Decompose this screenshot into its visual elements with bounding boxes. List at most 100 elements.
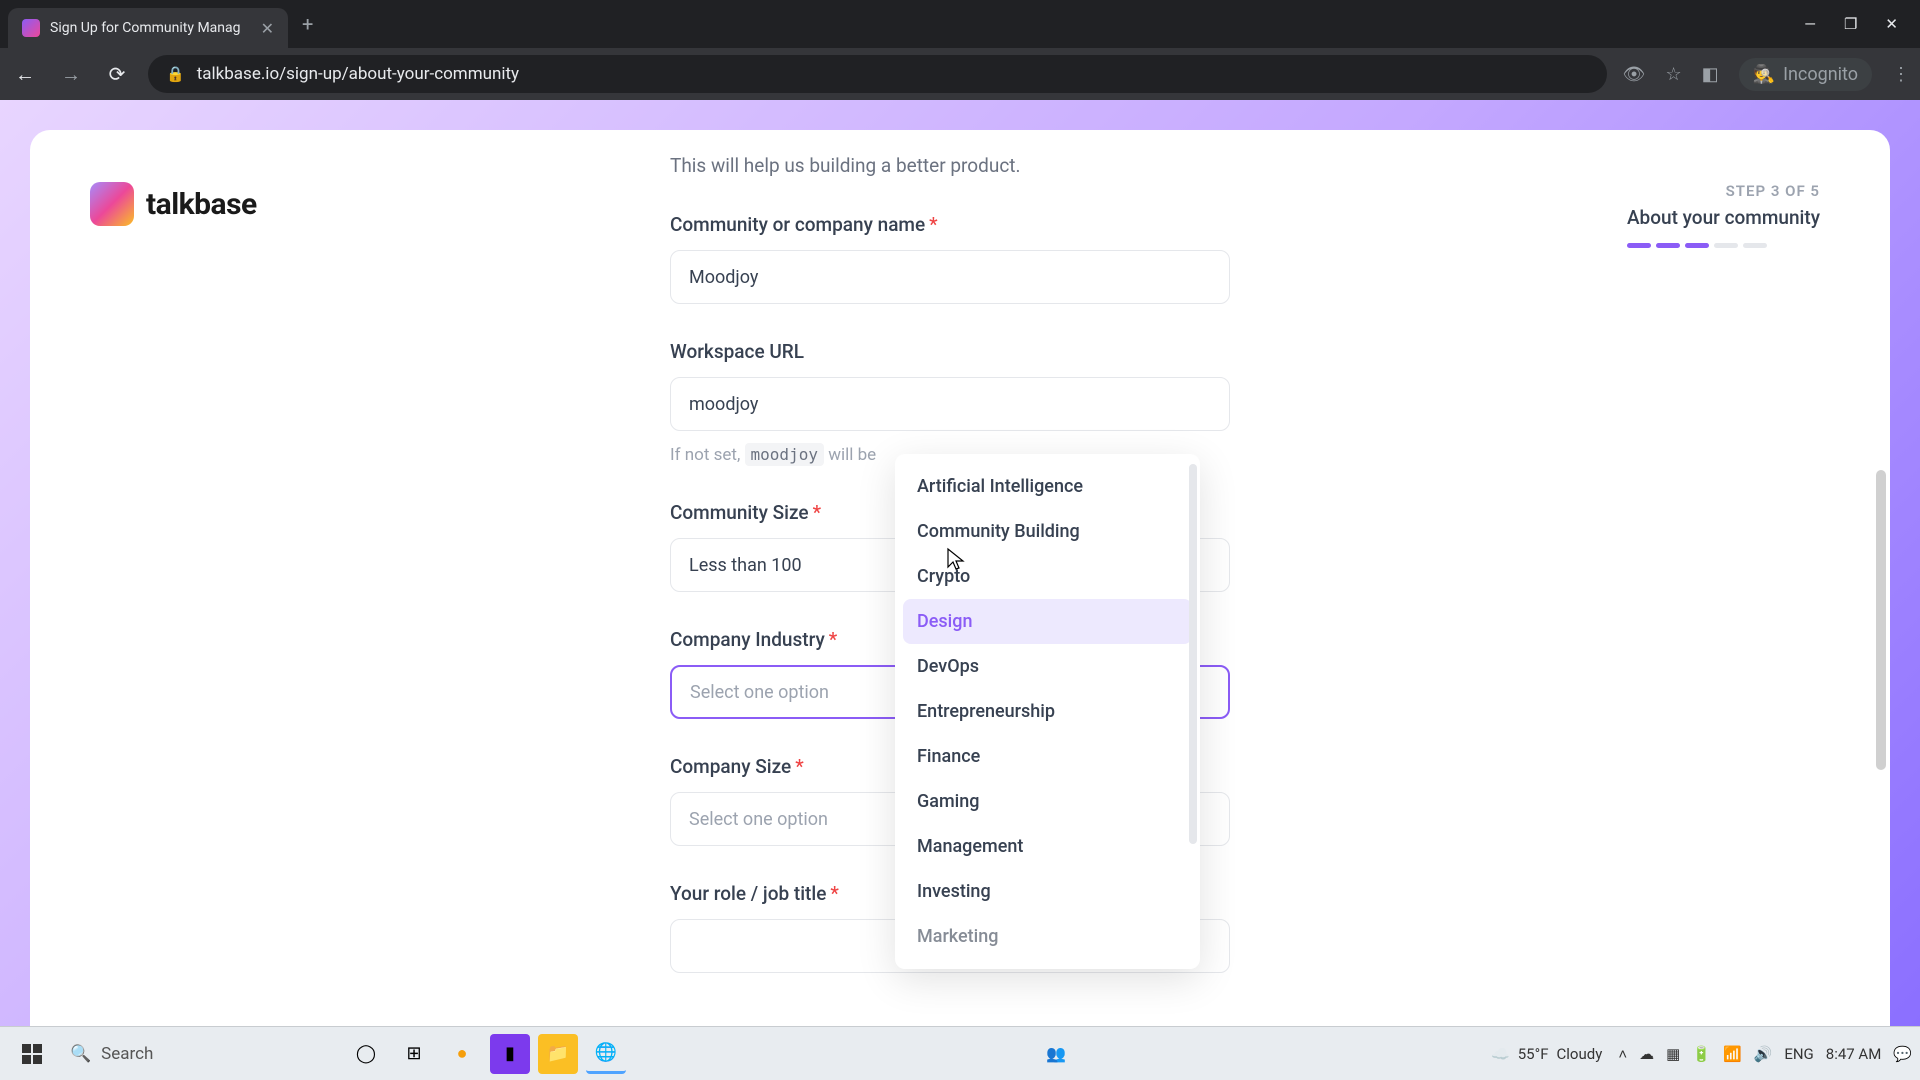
- label-text: Community Size: [670, 501, 809, 524]
- dropdown-item-finance[interactable]: Finance: [895, 734, 1200, 779]
- label-text: Community or company name: [670, 213, 925, 236]
- label-text: Company Industry: [670, 628, 825, 651]
- required-asterisk: *: [795, 755, 803, 778]
- weather-icon: ☁️: [1491, 1045, 1510, 1063]
- required-asterisk: *: [929, 213, 937, 236]
- taskbar-apps: ◯ ⊞ ● ▮ 📁 🌐: [346, 1034, 626, 1074]
- back-icon[interactable]: ←: [10, 62, 40, 87]
- incognito-label: Incognito: [1783, 64, 1858, 85]
- battery-icon[interactable]: 🔋: [1692, 1045, 1711, 1063]
- step-progress: [1627, 243, 1820, 248]
- wifi-icon[interactable]: 📶: [1723, 1045, 1742, 1063]
- step-bar: [1714, 243, 1738, 248]
- system-tray: ☁️ 55°F Cloudy ˄ ☁ ▦ 🔋 📶 🔊 ENG 8:47 AM 💬: [1491, 1045, 1912, 1063]
- bookmark-star-icon[interactable]: ☆: [1665, 64, 1681, 85]
- dropdown-item-marketing[interactable]: Marketing: [895, 914, 1200, 959]
- address-bar-icons: 👁 ☆ ◧ 🕵 Incognito ⋮: [1623, 58, 1910, 91]
- workspace-url-input[interactable]: moodjoy: [670, 377, 1230, 431]
- logo[interactable]: talkbase: [90, 182, 257, 226]
- taskbar-search[interactable]: 🔍 Search: [56, 1033, 336, 1075]
- community-name-input[interactable]: Moodjoy: [670, 250, 1230, 304]
- incognito-icon: 🕵: [1753, 64, 1775, 85]
- browser-tab[interactable]: Sign Up for Community Manag ✕: [8, 8, 288, 48]
- required-asterisk: *: [830, 882, 838, 905]
- logo-mark-icon: [90, 182, 134, 226]
- people-icon[interactable]: 👥: [1046, 1044, 1066, 1063]
- close-window-icon[interactable]: ✕: [1885, 15, 1898, 33]
- onedrive-icon[interactable]: ☁: [1639, 1045, 1654, 1063]
- step-bar: [1743, 243, 1767, 248]
- windows-logo-icon: [22, 1044, 42, 1064]
- taskbar-app-icon[interactable]: ⊞: [394, 1034, 434, 1074]
- dropdown-item-management[interactable]: Management: [895, 824, 1200, 869]
- step-label: STEP 3 OF 5: [1627, 182, 1820, 200]
- menu-dots-icon[interactable]: ⋮: [1892, 64, 1910, 85]
- dropdown-item-crypto[interactable]: Crypto: [895, 554, 1200, 599]
- workspace-url-field: Workspace URL moodjoy If not set, moodjo…: [670, 340, 1230, 465]
- dropdown-scrollbar[interactable]: [1189, 464, 1197, 844]
- field-label: Workspace URL: [670, 340, 1230, 363]
- chrome-icon[interactable]: 🌐: [586, 1034, 626, 1074]
- dropdown-item-gaming[interactable]: Gaming: [895, 779, 1200, 824]
- reload-icon[interactable]: ⟳: [102, 62, 132, 86]
- incognito-badge[interactable]: 🕵 Incognito: [1739, 58, 1872, 91]
- weather-cond: Cloudy: [1557, 1045, 1603, 1063]
- taskbar-app-icon[interactable]: ▮: [490, 1034, 530, 1074]
- new-tab-button[interactable]: +: [302, 12, 313, 36]
- dropdown-item-investing[interactable]: Investing: [895, 869, 1200, 914]
- tab-bar: Sign Up for Community Manag ✕ + — ❐ ✕: [0, 0, 1920, 48]
- label-text: Your role / job title: [670, 882, 826, 905]
- page-viewport: talkbase STEP 3 OF 5 About your communit…: [0, 100, 1920, 1026]
- tab-title: Sign Up for Community Manag: [50, 20, 251, 36]
- notifications-icon[interactable]: 💬: [1893, 1045, 1912, 1063]
- form-subtitle: This will help us building a better prod…: [670, 154, 1230, 177]
- required-asterisk: *: [829, 628, 837, 651]
- url-text: talkbase.io/sign-up/about-your-community: [197, 64, 519, 84]
- community-name-field: Community or company name* Moodjoy: [670, 213, 1230, 304]
- clock[interactable]: 8:47 AM: [1826, 1045, 1882, 1063]
- step-bar: [1656, 243, 1680, 248]
- dropdown-item-entrepreneurship[interactable]: Entrepreneurship: [895, 689, 1200, 734]
- forward-icon[interactable]: →: [56, 62, 86, 87]
- address-bar: ← → ⟳ 🔒 talkbase.io/sign-up/about-your-c…: [0, 48, 1920, 100]
- hint-suffix: will be: [828, 445, 876, 465]
- url-input[interactable]: 🔒 talkbase.io/sign-up/about-your-communi…: [148, 55, 1607, 93]
- side-panel-icon[interactable]: ◧: [1702, 64, 1719, 85]
- required-asterisk: *: [813, 501, 821, 524]
- tray-chevron-icon[interactable]: ˄: [1618, 1045, 1627, 1063]
- label-text: Company Size: [670, 755, 791, 778]
- dropdown-item-community[interactable]: Community Building: [895, 509, 1200, 554]
- field-label: Community or company name*: [670, 213, 1230, 236]
- taskbar-app-icon[interactable]: ●: [442, 1034, 482, 1074]
- search-icon: 🔍: [70, 1044, 91, 1064]
- tab-favicon: [22, 19, 40, 37]
- dropdown-item-ai[interactable]: Artificial Intelligence: [895, 464, 1200, 509]
- minimize-icon[interactable]: —: [1804, 15, 1816, 33]
- step-title: About your community: [1627, 206, 1820, 229]
- dropdown-item-design[interactable]: Design: [903, 599, 1192, 644]
- hint-prefix: If not set,: [670, 445, 745, 465]
- volume-icon[interactable]: 🔊: [1754, 1045, 1773, 1063]
- tab-close-icon[interactable]: ✕: [261, 19, 274, 38]
- browser-chrome: Sign Up for Community Manag ✕ + — ❐ ✕ ← …: [0, 0, 1920, 100]
- maximize-icon[interactable]: ❐: [1844, 15, 1857, 33]
- taskbar: 🔍 Search ◯ ⊞ ● ▮ 📁 🌐 👥 ☁️ 55°F Cloudy ˄ …: [0, 1026, 1920, 1080]
- step-indicator: STEP 3 OF 5 About your community: [1627, 182, 1820, 248]
- search-placeholder: Search: [101, 1044, 153, 1064]
- task-view-icon[interactable]: ◯: [346, 1034, 386, 1074]
- eye-off-icon[interactable]: 👁: [1623, 64, 1646, 85]
- hint-code: moodjoy: [745, 443, 824, 466]
- tray-app-icon[interactable]: ▦: [1666, 1045, 1680, 1063]
- logo-text: talkbase: [146, 187, 257, 222]
- page-scrollbar[interactable]: [1876, 470, 1886, 770]
- lock-icon: 🔒: [166, 65, 185, 83]
- language-indicator[interactable]: ENG: [1784, 1045, 1813, 1063]
- tray-icons: ˄ ☁ ▦ 🔋 📶 🔊 ENG 8:47 AM 💬: [1618, 1045, 1912, 1063]
- weather-widget[interactable]: ☁️ 55°F Cloudy: [1491, 1045, 1602, 1063]
- step-bar: [1627, 243, 1651, 248]
- industry-dropdown[interactable]: Artificial Intelligence Community Buildi…: [895, 454, 1200, 969]
- file-explorer-icon[interactable]: 📁: [538, 1034, 578, 1074]
- start-button[interactable]: [8, 1030, 56, 1078]
- dropdown-item-devops[interactable]: DevOps: [895, 644, 1200, 689]
- step-bar: [1685, 243, 1709, 248]
